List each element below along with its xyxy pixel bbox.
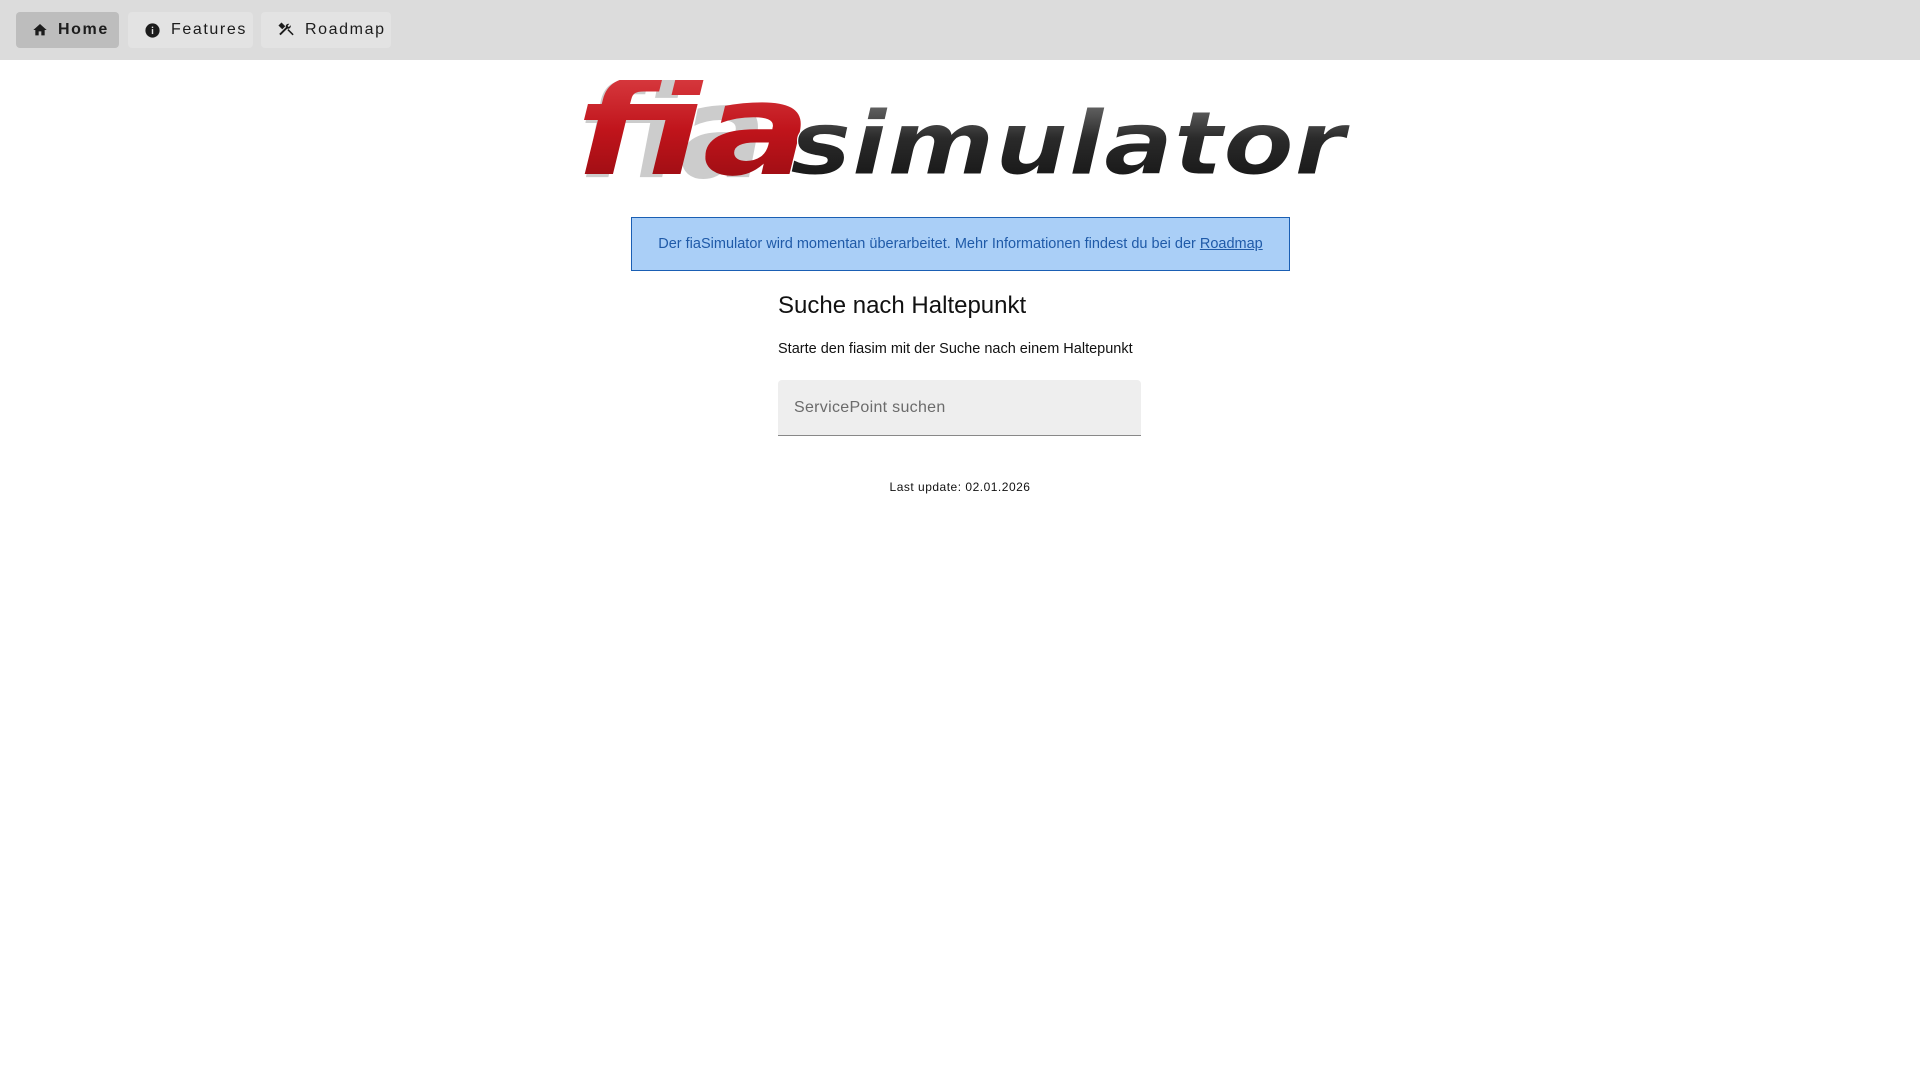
nav-home-label: Home: [58, 21, 109, 38]
servicepoint-search-field[interactable]: [778, 380, 1141, 436]
roadmap-link[interactable]: Roadmap: [1200, 236, 1263, 252]
tools-icon: [277, 21, 295, 39]
search-heading: Suche nach Haltepunkt: [778, 292, 1027, 319]
nav-roadmap-button[interactable]: Roadmap: [261, 12, 391, 48]
logo-text-simulator: simulator: [790, 92, 1350, 184]
home-icon: [32, 21, 48, 39]
servicepoint-search-input[interactable]: [778, 380, 1141, 435]
nav-features-button[interactable]: Features: [128, 12, 253, 48]
last-update-text: Last update: 02.01.2026: [889, 480, 1031, 494]
maintenance-notice: Der fiaSimulator wird momentan überarbei…: [631, 217, 1290, 271]
notice-text: Der fiaSimulator wird momentan überarbei…: [658, 236, 1196, 252]
nav-roadmap-label: Roadmap: [305, 21, 386, 38]
nav-features-label: Features: [171, 21, 247, 38]
logo-text-fia: fia: [576, 80, 811, 184]
fiasimulator-logo: fia fia simulator: [568, 56, 1352, 208]
info-icon: [144, 21, 161, 39]
top-navigation-bar: Home Features Roadmap: [0, 0, 1920, 60]
search-description: Starte den fiasim mit der Suche nach ein…: [778, 341, 1133, 357]
nav-home-button[interactable]: Home: [16, 12, 119, 48]
